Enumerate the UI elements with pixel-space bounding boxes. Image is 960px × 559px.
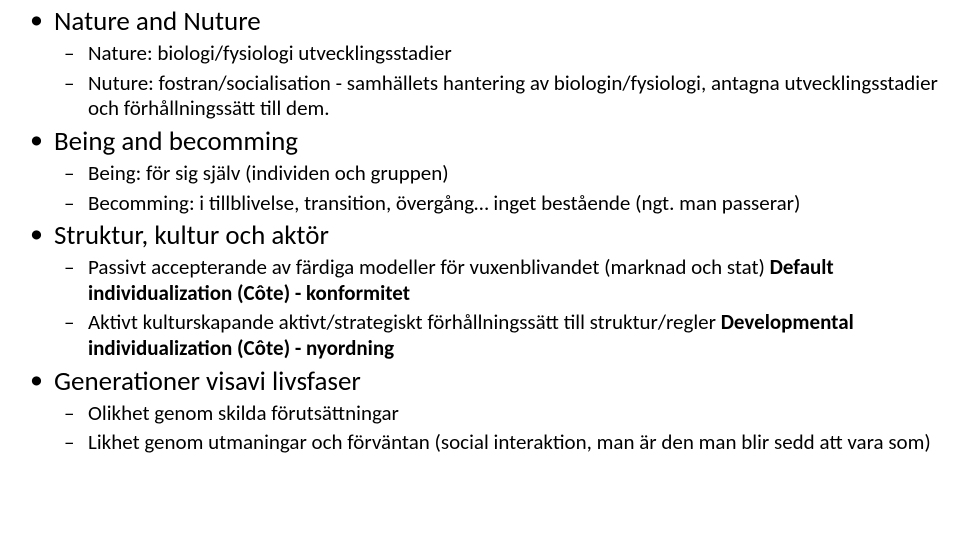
list-item: Likhet genom utmaningar och förväntan (s… xyxy=(54,430,940,456)
level1-list: Passivt accepterande av färdiga modeller… xyxy=(54,255,940,361)
l0-head: Struktur, kultur och aktör xyxy=(54,220,940,251)
list-item: Aktivt kulturskapande aktivt/strategiskt… xyxy=(54,310,940,361)
list-item: Being and becomming Being: för sig själv… xyxy=(20,126,940,216)
level1-list: Olikhet genom skilda förutsättningar Lik… xyxy=(54,401,940,456)
list-item: Generationer visavi livsfaser Olikhet ge… xyxy=(20,366,940,456)
list-item: Struktur, kultur och aktör Passivt accep… xyxy=(20,220,940,361)
list-item: Nuture: fostran/socialisation - samhälle… xyxy=(54,71,940,122)
level0-list: Nature and Nuture Nature: biologi/fysiol… xyxy=(20,6,940,456)
list-item: Becomming: i tillblivelse, transition, ö… xyxy=(54,191,940,217)
l0-head: Being and becomming xyxy=(54,126,940,157)
level1-list: Nature: biologi/fysiologi utvecklingssta… xyxy=(54,41,940,122)
text-run: Aktivt kulturskapande aktivt/strategiskt… xyxy=(88,309,721,335)
level1-list: Being: för sig själv (individen och grup… xyxy=(54,161,940,216)
slide-body: Nature and Nuture Nature: biologi/fysiol… xyxy=(0,0,960,456)
l0-head: Generationer visavi livsfaser xyxy=(54,366,940,397)
text-run: Passivt accepterande av färdiga modeller… xyxy=(88,254,770,280)
list-item: Nature and Nuture Nature: biologi/fysiol… xyxy=(20,6,940,122)
list-item: Being: för sig själv (individen och grup… xyxy=(54,161,940,187)
list-item: Nature: biologi/fysiologi utvecklingssta… xyxy=(54,41,940,67)
list-item: Passivt accepterande av färdiga modeller… xyxy=(54,255,940,306)
l0-head: Nature and Nuture xyxy=(54,6,940,37)
list-item: Olikhet genom skilda förutsättningar xyxy=(54,401,940,427)
